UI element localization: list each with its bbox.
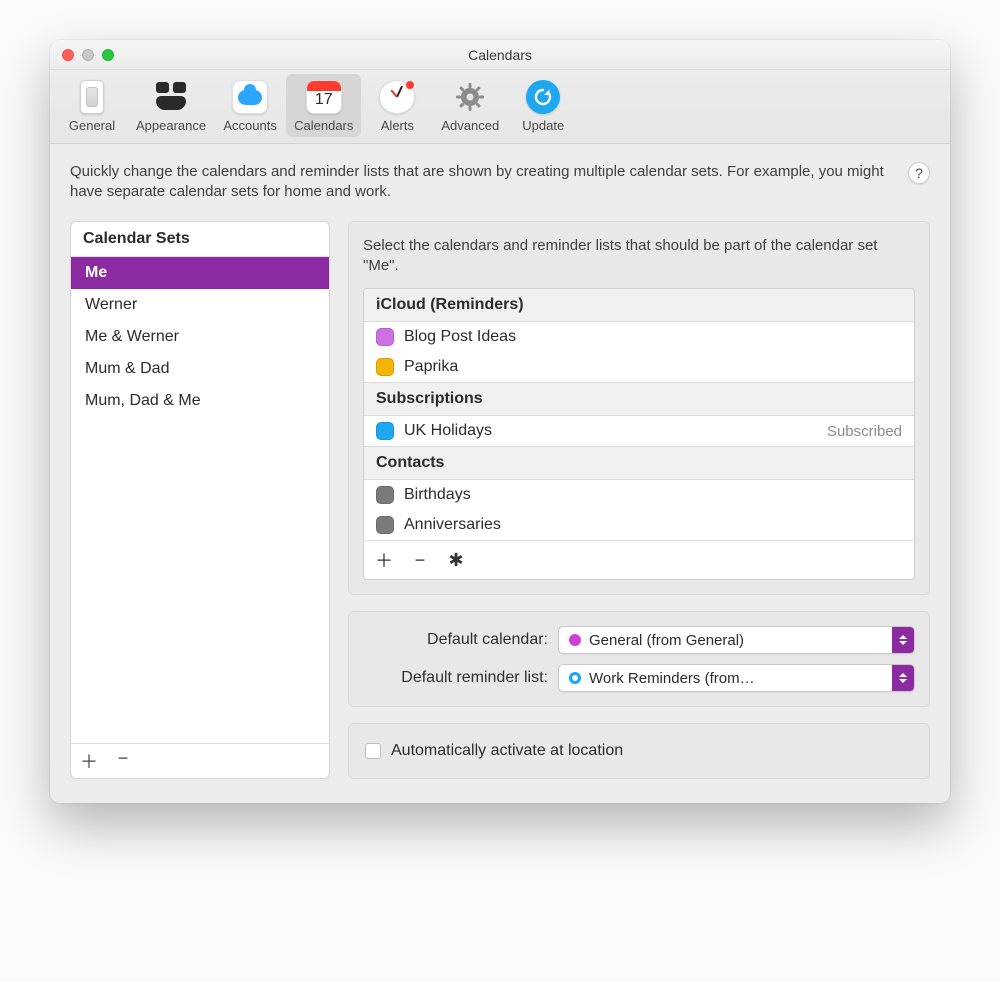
calendar-set-name: Me & Werner xyxy=(85,328,179,345)
cloud-icon xyxy=(231,78,269,116)
calendar-sets-header: Calendar Sets xyxy=(71,222,329,257)
calendar-set-row[interactable]: Mum, Dad & Me xyxy=(71,385,329,417)
titlebar: Calendars xyxy=(50,40,950,70)
auto-activate-panel: Automatically activate at location xyxy=(348,723,930,779)
toolbar-tab-alerts[interactable]: Alerts xyxy=(361,74,433,137)
calendar-set-row[interactable]: Werner xyxy=(71,289,329,321)
toolbar-label: Calendars xyxy=(294,118,353,133)
calendar-set-name: Mum & Dad xyxy=(85,360,169,377)
calendar-name: Paprika xyxy=(404,358,902,376)
minimize-window-button[interactable] xyxy=(82,49,94,61)
calendar-row[interactable]: Anniversaries xyxy=(364,510,914,540)
color-swatch-icon xyxy=(376,486,394,504)
calendar-sets-list: Me Werner Me & Werner Mum & Dad Mum, Dad… xyxy=(71,257,329,744)
clock-icon xyxy=(378,78,416,116)
toolbar-tab-advanced[interactable]: Advanced xyxy=(433,74,507,137)
add-set-button[interactable]: ＋ xyxy=(79,748,99,774)
default-reminder-value: Work Reminders (from… xyxy=(589,670,892,687)
preferences-toolbar: General Appearance Accounts 17 Calendars xyxy=(50,70,950,144)
calendar-name: Birthdays xyxy=(404,486,902,504)
calendar-group-header: iCloud (Reminders) xyxy=(364,289,914,322)
default-reminder-popup[interactable]: Work Reminders (from… xyxy=(558,664,915,692)
stepper-caret-icon xyxy=(892,665,914,691)
calendar-group-header: Subscriptions xyxy=(364,382,914,416)
toolbar-label: Update xyxy=(522,118,564,133)
auto-activate-checkbox[interactable] xyxy=(365,743,381,759)
traffic-lights xyxy=(62,40,114,69)
calendar-name: Anniversaries xyxy=(404,516,902,534)
sync-icon xyxy=(524,78,562,116)
calendar-set-row[interactable]: Me xyxy=(71,257,329,289)
color-swatch-icon xyxy=(376,422,394,440)
default-calendar-popup[interactable]: General (from General) xyxy=(558,626,915,654)
calendar-row[interactable]: Paprika xyxy=(364,352,914,382)
switch-icon xyxy=(73,78,111,116)
auto-activate-label: Automatically activate at location xyxy=(391,742,623,760)
remove-set-button[interactable]: − xyxy=(113,748,133,774)
plus-icon: ＋ xyxy=(80,752,98,772)
calendar-name: UK Holidays xyxy=(404,422,817,440)
toolbar-tab-appearance[interactable]: Appearance xyxy=(128,74,214,137)
color-swatch-icon xyxy=(376,328,394,346)
disguise-icon xyxy=(152,78,190,116)
defaults-panel: Default calendar: General (from General)… xyxy=(348,611,930,707)
calendar-set-row[interactable]: Me & Werner xyxy=(71,321,329,353)
remove-calendar-button[interactable]: − xyxy=(410,550,430,571)
add-calendar-button[interactable]: ＋ xyxy=(374,547,394,573)
reminder-color-dot-icon xyxy=(569,672,581,684)
calendar-list: iCloud (Reminders) Blog Post Ideas Papri… xyxy=(363,288,915,580)
zoom-window-button[interactable] xyxy=(102,49,114,61)
preferences-window: Calendars General Appearance Accounts 17… xyxy=(50,40,950,803)
stepper-caret-icon xyxy=(892,627,914,653)
calendar-set-name: Me xyxy=(85,264,107,281)
calendar-group-header: Contacts xyxy=(364,446,914,480)
toolbar-tab-accounts[interactable]: Accounts xyxy=(214,74,286,137)
calendar-name: Blog Post Ideas xyxy=(404,328,902,346)
toolbar-label: Appearance xyxy=(136,118,206,133)
calendar-row[interactable]: Birthdays xyxy=(364,480,914,510)
calendar-set-name: Mum, Dad & Me xyxy=(85,392,201,409)
color-swatch-icon xyxy=(376,358,394,376)
calendar-options-button[interactable]: ✱ xyxy=(446,550,466,571)
gear-icon xyxy=(451,78,489,116)
toolbar-tab-calendars[interactable]: 17 Calendars xyxy=(286,74,361,137)
calendar-row[interactable]: Blog Post Ideas xyxy=(364,322,914,352)
calendar-color-dot-icon xyxy=(569,634,581,646)
minus-icon: − xyxy=(118,748,129,768)
selection-hint: Select the calendars and reminder lists … xyxy=(363,236,915,277)
content-body: Quickly change the calendars and reminde… xyxy=(50,144,950,803)
close-window-button[interactable] xyxy=(62,49,74,61)
calendar-selection-panel: Select the calendars and reminder lists … xyxy=(348,221,930,596)
default-calendar-value: General (from General) xyxy=(589,632,892,649)
calendar-sets-panel: Calendar Sets Me Werner Me & Werner Mum … xyxy=(70,221,330,780)
calendar-icon-day: 17 xyxy=(307,91,341,109)
calendar-icon: 17 xyxy=(305,78,343,116)
notification-dot-icon xyxy=(404,79,416,91)
default-calendar-label: Default calendar: xyxy=(363,631,558,649)
help-icon: ? xyxy=(915,165,923,181)
subscribed-badge: Subscribed xyxy=(827,423,902,440)
calendar-set-name: Werner xyxy=(85,296,137,313)
help-button[interactable]: ? xyxy=(908,162,930,184)
minus-icon: − xyxy=(415,550,426,570)
default-reminder-label: Default reminder list: xyxy=(363,669,558,687)
right-column: Select the calendars and reminder lists … xyxy=(348,221,930,780)
plus-icon: ＋ xyxy=(375,551,393,571)
toolbar-tab-general[interactable]: General xyxy=(56,74,128,137)
toolbar-label: Advanced xyxy=(441,118,499,133)
calendar-row[interactable]: UK Holidays Subscribed xyxy=(364,416,914,446)
color-swatch-icon xyxy=(376,516,394,534)
window-title: Calendars xyxy=(468,47,532,63)
toolbar-label: General xyxy=(69,118,115,133)
gear-icon: ✱ xyxy=(448,550,463,570)
auto-activate-row[interactable]: Automatically activate at location xyxy=(363,738,915,764)
toolbar-label: Alerts xyxy=(381,118,414,133)
calendar-list-footer: ＋ − ✱ xyxy=(364,540,914,579)
calendar-set-row[interactable]: Mum & Dad xyxy=(71,353,329,385)
toolbar-label: Accounts xyxy=(223,118,276,133)
toolbar-tab-update[interactable]: Update xyxy=(507,74,579,137)
intro-text: Quickly change the calendars and reminde… xyxy=(70,162,892,203)
